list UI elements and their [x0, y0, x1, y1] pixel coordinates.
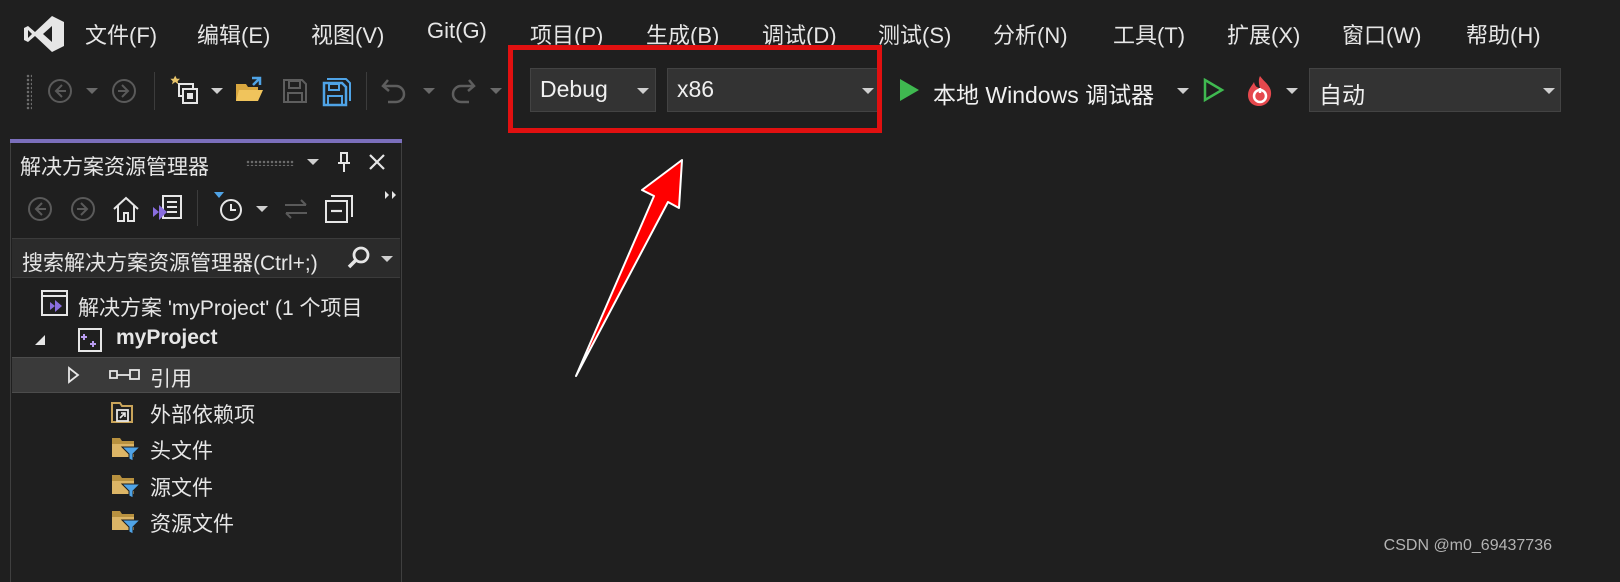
- references-icon: [109, 369, 140, 380]
- menu-extensions[interactable]: 扩展(X): [1227, 18, 1300, 50]
- auto-select-value: 自动: [1319, 82, 1365, 108]
- tree-item-header-files-label: 头文件: [150, 440, 213, 463]
- filter-folder-icon: [112, 438, 142, 462]
- tree-solution-label: 解决方案 'myProject' (1 个项目: [78, 297, 363, 320]
- search-input[interactable]: 搜索解决方案资源管理器(Ctrl+;): [22, 247, 338, 277]
- tree-project-label: myProject: [116, 326, 218, 349]
- undo-dropdown-icon[interactable]: [423, 88, 435, 94]
- menu-git[interactable]: Git(G): [427, 18, 487, 44]
- menu-edit[interactable]: 编辑(E): [197, 18, 270, 50]
- new-project-dropdown-icon[interactable]: [211, 88, 223, 94]
- chevron-down-icon: [1543, 88, 1555, 94]
- open-folder-icon[interactable]: [234, 76, 266, 104]
- start-debug-target-label[interactable]: 本地 Windows 调试器: [933, 76, 1154, 110]
- panel-options-dropdown-icon[interactable]: [307, 159, 319, 165]
- search-icon[interactable]: [346, 245, 372, 271]
- menu-help[interactable]: 帮助(H): [1466, 18, 1541, 50]
- start-debug-icon[interactable]: [897, 77, 921, 103]
- menu-test[interactable]: 测试(S): [878, 18, 951, 50]
- explorer-back-icon[interactable]: [27, 196, 53, 222]
- pin-icon[interactable]: [334, 150, 354, 174]
- close-icon[interactable]: [367, 152, 387, 172]
- red-highlight-box: [508, 45, 882, 133]
- menu-tools[interactable]: 工具(T): [1113, 18, 1185, 50]
- sync-active-document-icon[interactable]: [282, 197, 310, 221]
- red-arrow-annotation: [575, 159, 683, 377]
- collapsed-arrow-icon[interactable]: [67, 366, 81, 384]
- toolbar-separator: [197, 190, 198, 226]
- tree-item-source-files-label: 源文件: [150, 477, 213, 500]
- menu-analyze[interactable]: 分析(N): [993, 18, 1068, 50]
- undo-icon[interactable]: [380, 76, 410, 104]
- external-deps-icon: [111, 402, 133, 423]
- collapse-all-icon[interactable]: [323, 193, 355, 225]
- new-project-icon[interactable]: [170, 74, 202, 106]
- filter-folder-icon: [112, 511, 142, 535]
- switch-views-icon[interactable]: [151, 193, 185, 225]
- tree-solution-label-wrap: 解决方案 'myProject' (1 个项目: [78, 291, 400, 321]
- toolbar-separator: [154, 72, 155, 110]
- menu-file[interactable]: 文件(F): [85, 18, 157, 50]
- hot-reload-dropdown-icon[interactable]: [1286, 88, 1298, 94]
- filter-dropdown-icon[interactable]: [256, 206, 268, 212]
- menu-window[interactable]: 窗口(W): [1342, 18, 1421, 50]
- toolbar-grip[interactable]: [26, 74, 32, 110]
- solution-explorer-title: 解决方案资源管理器: [20, 156, 209, 179]
- tree-item-external-deps-label: 外部依赖项: [150, 404, 255, 427]
- forward-icon[interactable]: [111, 78, 137, 104]
- panel-active-accent: [10, 139, 402, 143]
- overflow-chevron-icon[interactable]: [384, 190, 398, 200]
- pending-changes-filter-icon[interactable]: [212, 190, 246, 224]
- home-icon[interactable]: [111, 194, 141, 224]
- explorer-forward-icon[interactable]: [70, 196, 96, 222]
- auto-select[interactable]: 自动: [1309, 68, 1561, 112]
- start-no-debug-icon[interactable]: [1201, 77, 1225, 103]
- save-all-icon[interactable]: [322, 77, 352, 107]
- tree-item-resource-files-label: 资源文件: [150, 513, 234, 536]
- hot-reload-icon[interactable]: [1243, 74, 1277, 108]
- visual-studio-logo-icon[interactable]: [22, 14, 66, 54]
- tree-item-references-label: 引用: [150, 368, 192, 391]
- debug-target-dropdown-icon[interactable]: [1177, 88, 1189, 94]
- toolbar-separator: [366, 72, 367, 110]
- menu-view[interactable]: 视图(V): [311, 18, 384, 50]
- watermark: CSDN @m0_69437736: [1383, 537, 1552, 554]
- cpp-project-icon: [78, 328, 102, 352]
- panel-grip[interactable]: [246, 160, 294, 166]
- search-options-dropdown-icon[interactable]: [381, 256, 393, 262]
- save-icon[interactable]: [281, 77, 309, 105]
- solution-icon: [41, 290, 68, 316]
- back-icon[interactable]: [47, 78, 73, 104]
- redo-icon[interactable]: [447, 76, 477, 104]
- back-dropdown-icon[interactable]: [86, 88, 98, 94]
- redo-dropdown-icon[interactable]: [490, 88, 502, 94]
- filter-folder-icon: [112, 475, 142, 499]
- expanded-arrow-icon[interactable]: [33, 333, 47, 347]
